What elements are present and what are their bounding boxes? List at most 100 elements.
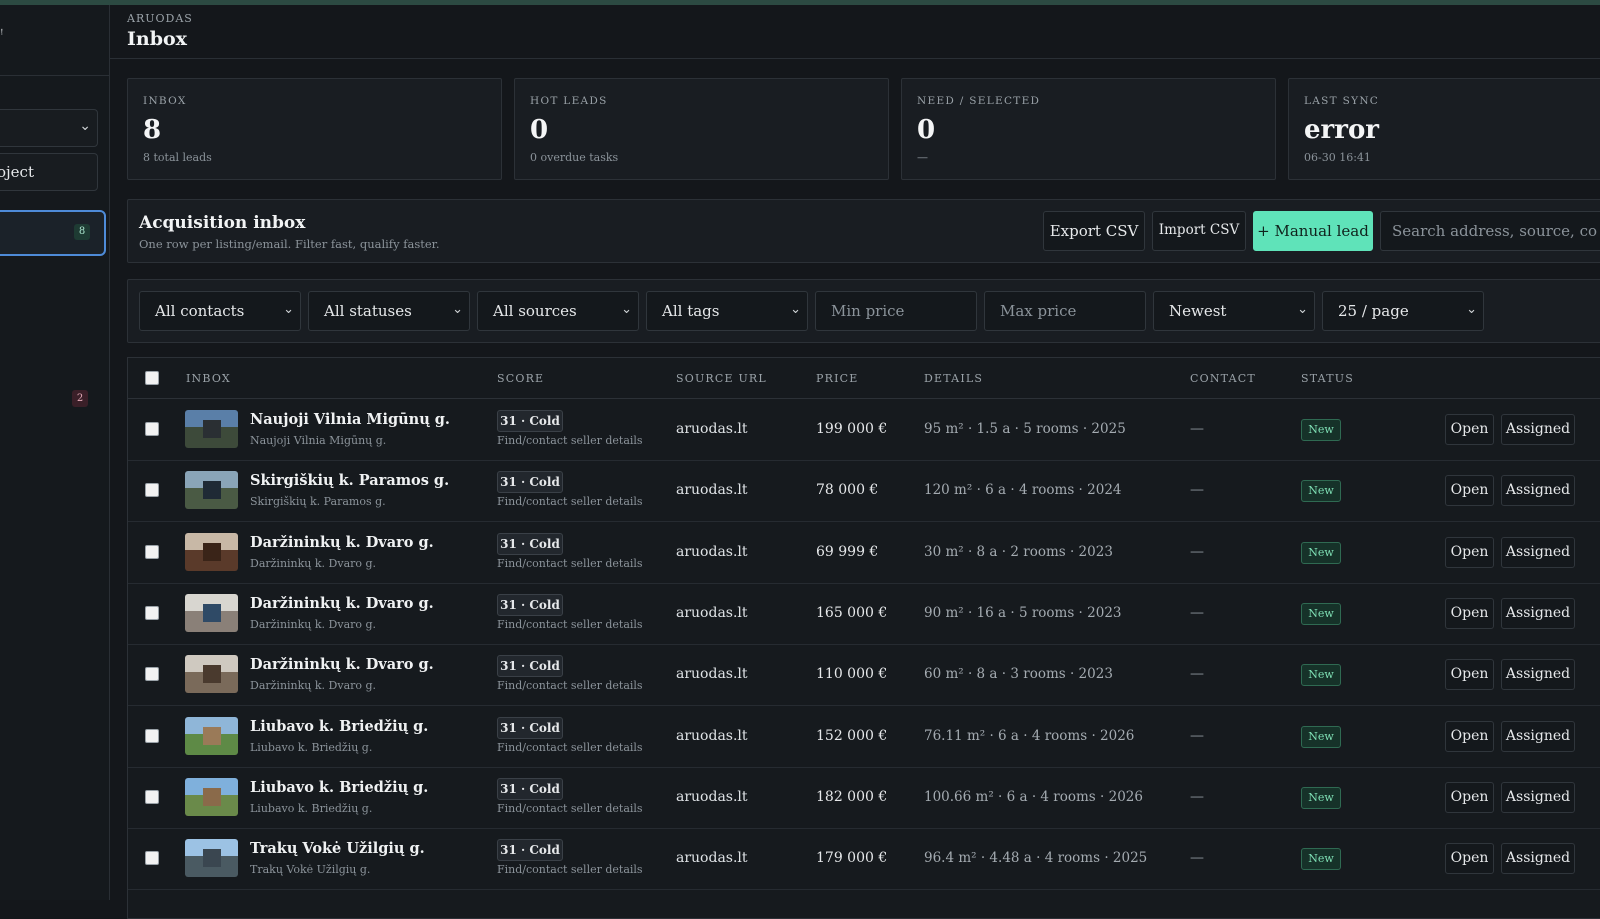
column-header-source[interactable]: SOURCE URL	[676, 372, 767, 385]
row-checkbox[interactable]	[145, 605, 159, 620]
thumbnail-building	[203, 481, 221, 500]
sidebar-item-inbox[interactable]: 8	[0, 210, 106, 256]
open-button[interactable]: Open	[1445, 597, 1494, 629]
assigned-button[interactable]: Assigned	[1501, 475, 1575, 507]
row-checkbox[interactable]	[145, 483, 159, 498]
open-button[interactable]: Open	[1445, 475, 1494, 507]
source-link[interactable]: aruodas.lt	[676, 789, 748, 805]
page-size-select[interactable]: 25 / page ⌄	[1322, 291, 1484, 331]
contact-value: —	[1190, 421, 1204, 437]
column-header-details[interactable]: DETAILS	[924, 372, 983, 385]
column-header-status[interactable]: STATUS	[1301, 372, 1354, 385]
listing-price: 69 999 €	[816, 543, 879, 560]
status-badge[interactable]: New	[1301, 786, 1341, 809]
contacts-filter-select[interactable]: All contacts ⌄	[139, 291, 301, 331]
listing-thumbnail[interactable]	[185, 593, 238, 632]
column-header-price[interactable]: PRICE	[816, 372, 858, 385]
row-checkbox[interactable]	[145, 422, 159, 436]
status-badge[interactable]: New	[1301, 848, 1341, 871]
statuses-filter-select[interactable]: All statuses ⌄	[308, 291, 470, 331]
breadcrumb: ARUODAS	[127, 12, 193, 25]
listing-title[interactable]: Liubavo k. Briedžių g.	[250, 779, 428, 796]
assigned-button[interactable]: Assigned	[1501, 414, 1575, 445]
listing-thumbnail[interactable]	[185, 410, 238, 448]
sidebar-project-field[interactable]: oject	[0, 153, 98, 191]
open-button[interactable]: Open	[1445, 720, 1494, 752]
score-badge: 31 · Cold	[497, 593, 563, 616]
assigned-button[interactable]: Assigned	[1501, 781, 1575, 813]
source-link[interactable]: aruodas.lt	[676, 728, 748, 744]
open-button[interactable]: Open	[1445, 659, 1494, 691]
min-price-input[interactable]: Min price	[815, 291, 977, 331]
listing-thumbnail[interactable]	[185, 777, 238, 816]
sidebar-inbox-count-badge: 8	[74, 224, 90, 240]
listing-title[interactable]: Naujoji Vilnia Migūnų g.	[250, 411, 450, 428]
listing-thumbnail[interactable]	[185, 655, 238, 694]
sources-filter-select[interactable]: All sources ⌄	[477, 291, 639, 331]
max-price-input[interactable]: Max price	[984, 291, 1146, 331]
listing-thumbnail[interactable]	[185, 532, 238, 571]
source-link[interactable]: aruodas.lt	[676, 850, 748, 866]
column-header-inbox[interactable]: INBOX	[186, 372, 231, 385]
open-button[interactable]: Open	[1445, 781, 1494, 813]
stat-subtext: 06-30 16:41	[1304, 151, 1371, 164]
listing-address: Daržininkų k. Dvaro g.	[250, 679, 377, 693]
table-row[interactable]: Liubavo k. Briedžių g. Liubavo k. Briedži…	[128, 767, 1600, 829]
sidebar-workspace-select[interactable]: ⌄	[0, 109, 98, 147]
listing-thumbnail[interactable]	[185, 716, 238, 755]
table-row[interactable]: Skirgiškių k. Paramos g. Skirgiškių k. Pa…	[128, 460, 1600, 523]
listing-title[interactable]: Daržininkų k. Dvaro g.	[250, 656, 434, 673]
row-checkbox[interactable]	[145, 789, 159, 804]
status-badge[interactable]: New	[1301, 480, 1341, 503]
listing-thumbnail[interactable]	[185, 471, 238, 510]
source-link[interactable]: aruodas.lt	[676, 605, 748, 621]
status-badge[interactable]: New	[1301, 602, 1341, 625]
column-header-score[interactable]: SCORE	[497, 372, 544, 385]
status-badge[interactable]: New	[1301, 664, 1341, 687]
source-link[interactable]: aruodas.lt	[676, 421, 748, 437]
listing-price: 110 000 €	[816, 666, 888, 683]
listing-title[interactable]: Daržininkų k. Dvaro g.	[250, 534, 434, 551]
sort-select[interactable]: Newest ⌄	[1153, 291, 1315, 331]
table-row[interactable]: Daržininkų k. Dvaro g. Daržininkų k. Dvar…	[128, 522, 1600, 584]
assigned-button[interactable]: Assigned	[1501, 597, 1575, 629]
status-badge[interactable]: New	[1301, 541, 1341, 564]
select-all-checkbox[interactable]	[145, 371, 159, 385]
listing-title[interactable]: Liubavo k. Briedžių g.	[250, 718, 428, 735]
status-badge[interactable]: New	[1301, 725, 1341, 748]
export-csv-button[interactable]: Export CSV	[1043, 211, 1145, 251]
listing-price: 78 000 €	[816, 482, 879, 499]
table-row[interactable]: Naujoji Vilnia Migūnų g. Naujoji Vilnia M…	[128, 399, 1600, 461]
table-row[interactable]: Daržininkų k. Dvaro g. Daržininkų k. Dvar…	[128, 583, 1600, 645]
open-button[interactable]: Open	[1445, 536, 1494, 568]
search-input[interactable]: Search address, source, co	[1380, 211, 1600, 251]
table-row[interactable]: Daržininkų k. Dvaro g. Daržininkų k. Dvar…	[128, 644, 1600, 707]
input-placeholder: Max price	[1000, 302, 1077, 320]
score-badge: 31 · Cold	[497, 471, 563, 494]
source-link[interactable]: aruodas.lt	[676, 666, 748, 682]
row-checkbox[interactable]	[145, 728, 159, 743]
open-button[interactable]: Open	[1445, 414, 1494, 445]
row-checkbox[interactable]	[145, 667, 159, 682]
listing-title[interactable]: Trakų Vokė Užilgių g.	[250, 840, 425, 857]
source-link[interactable]: aruodas.lt	[676, 544, 748, 560]
table-row[interactable]: Liubavo k. Briedžių g. Liubavo k. Briedži…	[128, 706, 1600, 768]
column-header-contact[interactable]: CONTACT	[1190, 372, 1256, 385]
row-checkbox[interactable]	[145, 851, 159, 866]
status-badge[interactable]: New	[1301, 419, 1341, 441]
listing-thumbnail[interactable]	[185, 839, 238, 878]
open-button[interactable]: Open	[1445, 843, 1494, 875]
manual-lead-button[interactable]: + Manual lead	[1253, 211, 1373, 251]
tags-filter-select[interactable]: All tags ⌄	[646, 291, 808, 331]
assigned-button[interactable]: Assigned	[1501, 536, 1575, 568]
assigned-button[interactable]: Assigned	[1501, 843, 1575, 875]
source-link[interactable]: aruodas.lt	[676, 482, 748, 498]
row-checkbox[interactable]	[145, 544, 159, 559]
import-csv-button[interactable]: Import CSV	[1152, 211, 1246, 251]
listing-title[interactable]: Skirgiškių k. Paramos g.	[250, 472, 449, 489]
score-badge: 31 · Cold	[497, 655, 563, 678]
table-row[interactable]: Trakų Vokė Užilgių g. Trakų Vokė Užilgių …	[128, 828, 1600, 891]
listing-title[interactable]: Daržininkų k. Dvaro g.	[250, 595, 434, 612]
assigned-button[interactable]: Assigned	[1501, 720, 1575, 752]
assigned-button[interactable]: Assigned	[1501, 659, 1575, 691]
